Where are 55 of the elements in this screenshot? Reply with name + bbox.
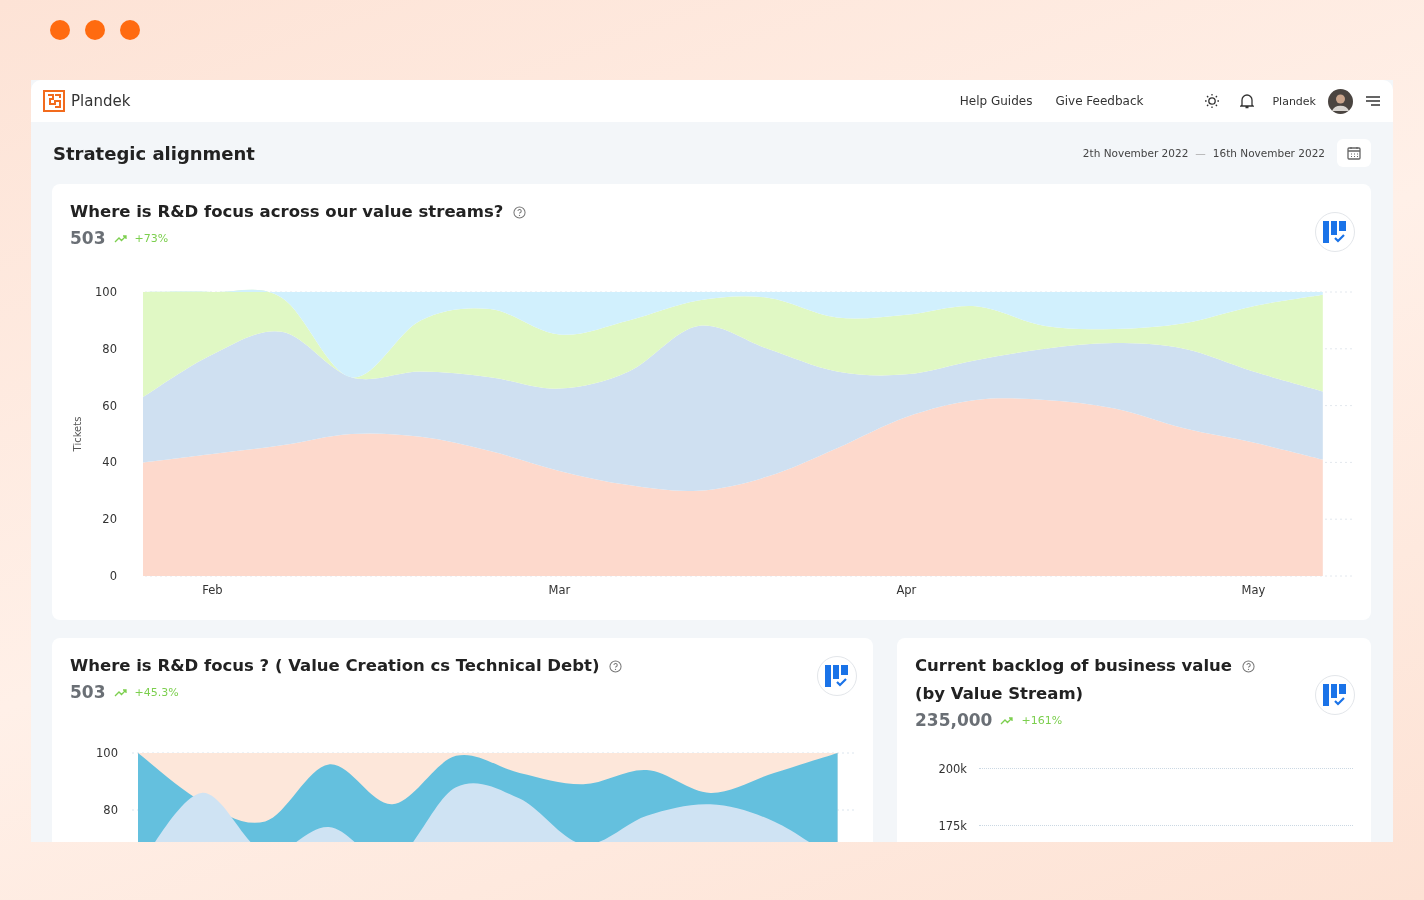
calendar-icon (1347, 146, 1361, 160)
board-button[interactable] (1315, 212, 1355, 252)
help-icon[interactable] (513, 205, 527, 219)
calendar-button[interactable] (1337, 139, 1371, 167)
date-from[interactable]: 2th November 2022 (1082, 147, 1189, 159)
brand-name: Plandek (71, 92, 131, 110)
nav-link[interactable]: Give Feedback (1055, 94, 1144, 108)
y-tick-label: 80 (102, 341, 117, 356)
y-tick-label: 60 (102, 398, 117, 413)
card-title: Where is R&D focus ? ( Value Creation cs Technical Debt) (70, 655, 600, 677)
trend-up-icon (113, 233, 127, 243)
y-tick-label: 0 (109, 569, 117, 583)
y-tick-label: 100 (95, 285, 117, 299)
date-to[interactable]: 16th November 2022 (1212, 147, 1325, 159)
board-check-icon (1322, 683, 1348, 707)
y-tick-label: 100 (96, 746, 118, 760)
board-check-icon (1322, 220, 1348, 244)
x-tick-label: Mar (548, 583, 571, 597)
y-tick-label: 175k (937, 818, 967, 833)
user-name: Plandek (1272, 94, 1316, 108)
sun-icon[interactable] (1204, 93, 1221, 109)
metric-change: +45.3% (134, 685, 179, 699)
date-separator: — (1195, 147, 1206, 159)
y-axis-title: Tickets (72, 416, 83, 452)
metric-change: +161% (1021, 713, 1063, 727)
trend-up-icon (113, 687, 127, 697)
y-tick-label: 20 (102, 512, 117, 527)
x-tick-label: Apr (896, 583, 917, 597)
logo-icon (43, 90, 65, 112)
x-tick-label: Feb (202, 583, 223, 597)
menu-icon[interactable] (1365, 95, 1381, 107)
y-tick-label: 200k (937, 761, 967, 776)
bell-icon[interactable] (1240, 93, 1255, 109)
help-icon[interactable] (609, 659, 623, 673)
nav-link[interactable]: Help Guides (959, 94, 1033, 108)
metric-value: 235,000 (915, 710, 993, 730)
window-control-dot[interactable] (50, 20, 70, 40)
help-icon[interactable] (1242, 659, 1256, 673)
board-button[interactable] (1315, 675, 1355, 715)
window-control-dot[interactable] (120, 20, 140, 40)
page-title: Strategic alignment (53, 142, 256, 164)
y-tick-label: 40 (102, 455, 117, 470)
board-button[interactable] (817, 656, 857, 696)
card-title: (by Value Stream) (915, 683, 1084, 705)
y-tick-label: 80 (103, 803, 118, 817)
x-tick-label: May (1241, 583, 1266, 597)
board-check-icon (824, 664, 850, 688)
metric-value: 503 (70, 228, 106, 248)
avatar[interactable] (1328, 88, 1353, 114)
card-title: Where is R&D focus across our value streams? (70, 201, 504, 223)
metric-change: +73% (134, 231, 169, 245)
window-control-dot[interactable] (85, 20, 105, 40)
card-title: Current backlog of business value (915, 655, 1233, 677)
trend-up-icon (1000, 715, 1014, 725)
metric-value: 503 (70, 682, 106, 702)
